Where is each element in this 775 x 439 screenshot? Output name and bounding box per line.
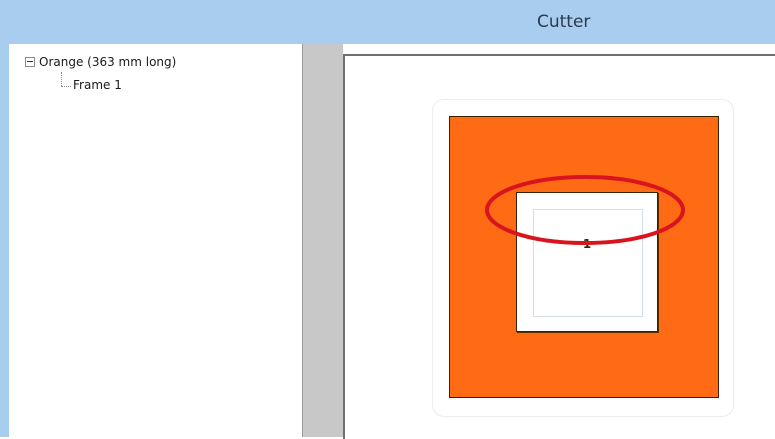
collapse-icon[interactable] — [25, 57, 35, 67]
preview-canvas: 1 — [343, 54, 775, 439]
highlight-ellipse — [485, 175, 685, 245]
title-bar[interactable]: Cutter — [0, 0, 775, 44]
tree-connector-line — [61, 86, 71, 88]
client-area: Orange (363 mm long) Frame 1 1 — [9, 44, 775, 439]
app-window: Cutter Orange (363 mm long) Frame 1 1 — [0, 0, 775, 439]
tree-connector-line — [61, 72, 63, 86]
tree-item-orange[interactable]: Orange (363 mm long) — [25, 55, 176, 69]
window-title: Cutter — [537, 12, 591, 32]
tree-item-label: Orange (363 mm long) — [39, 55, 177, 69]
tree-pane: Orange (363 mm long) Frame 1 — [9, 44, 303, 437]
canvas-gutter — [303, 44, 343, 437]
tree-item-frame-1[interactable]: Frame 1 — [73, 78, 122, 92]
